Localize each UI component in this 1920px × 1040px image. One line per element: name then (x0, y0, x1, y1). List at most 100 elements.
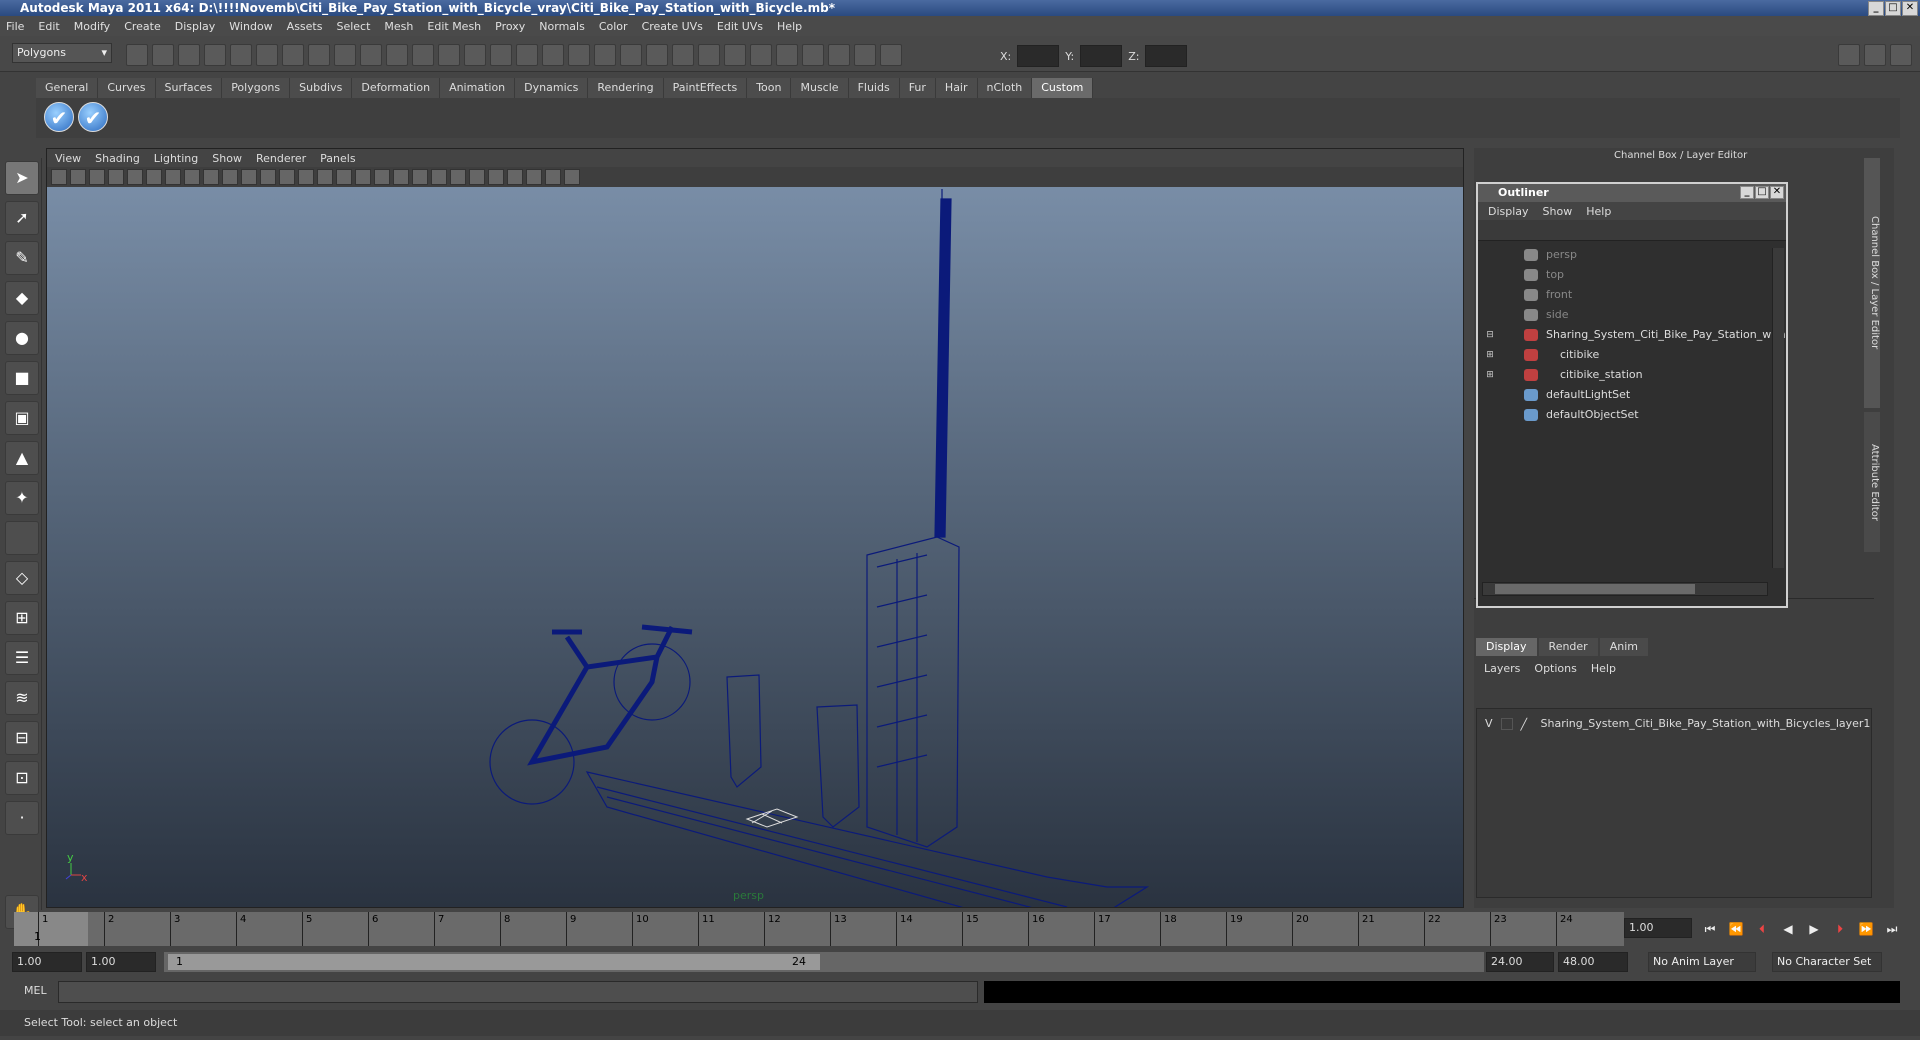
z-field[interactable] (1145, 45, 1188, 67)
select-tool-icon[interactable]: ➤ (5, 161, 39, 195)
layer-editor-tab-display[interactable]: Display (1476, 638, 1537, 656)
attribute-editor-side-tab[interactable]: Attribute Editor (1864, 412, 1880, 552)
outliner-item[interactable]: defaultLightSet (1478, 385, 1786, 405)
menu-edit[interactable]: Edit (38, 20, 59, 33)
status-line-tool-icon[interactable] (490, 44, 512, 66)
viewport-tool-icon[interactable] (127, 169, 143, 185)
viewport-tool-icon[interactable] (374, 169, 390, 185)
outliner-item[interactable]: front (1478, 285, 1786, 305)
viewport-tool-icon[interactable] (317, 169, 333, 185)
menu-window[interactable]: Window (229, 20, 272, 33)
status-line-tool-icon[interactable] (412, 44, 434, 66)
menu-file[interactable]: File (6, 20, 24, 33)
shelf-tab-animation[interactable]: Animation (440, 78, 516, 98)
status-line-tool-icon[interactable] (750, 44, 772, 66)
menu-create[interactable]: Create (124, 20, 161, 33)
paint-select-tool-icon[interactable]: ✎ (5, 241, 39, 275)
viewport-tool-icon[interactable] (431, 169, 447, 185)
viewport-tool-icon[interactable] (526, 169, 542, 185)
viewport-tool-icon[interactable] (412, 169, 428, 185)
shelf-tab-deformation[interactable]: Deformation (352, 78, 441, 98)
outliner-title-bar[interactable]: Outliner _ □ ✕ (1478, 184, 1786, 202)
viewport-tool-icon[interactable] (260, 169, 276, 185)
layer-visibility[interactable]: V (1485, 717, 1493, 730)
status-line-tool-icon[interactable] (828, 44, 850, 66)
status-line-tool-icon[interactable] (854, 44, 876, 66)
outliner-item[interactable]: ⊞ citibike (1478, 345, 1786, 365)
play-forward-icon[interactable]: ▶ (1804, 920, 1824, 938)
channel-box-side-tab[interactable]: Channel Box / Layer Editor (1864, 158, 1880, 408)
status-line-tool-icon[interactable] (802, 44, 824, 66)
menu-create-uvs[interactable]: Create UVs (642, 20, 703, 33)
shelf-tab-surfaces[interactable]: Surfaces (155, 78, 223, 98)
layer-editor-tab-anim[interactable]: Anim (1599, 638, 1648, 656)
viewport-tool-icon[interactable] (108, 169, 124, 185)
viewport-tool-icon[interactable] (279, 169, 295, 185)
status-line-tool-icon[interactable] (230, 44, 252, 66)
outliner-horizontal-scrollbar[interactable] (1482, 582, 1768, 596)
hypershade-layout-icon[interactable]: ⊟ (5, 721, 39, 755)
outliner-search-bar[interactable] (1478, 220, 1786, 241)
viewport-tool-icon[interactable] (469, 169, 485, 185)
current-frame-field[interactable]: 1.00 (1624, 918, 1692, 938)
shelf-tab-ncloth[interactable]: nCloth (977, 78, 1033, 98)
menu-mesh[interactable]: Mesh (384, 20, 413, 33)
playback-start-field[interactable]: 1.00 (86, 952, 156, 972)
command-language-label[interactable]: MEL (24, 984, 47, 997)
status-line-tool-icon[interactable] (386, 44, 408, 66)
viewport-tool-icon[interactable] (545, 169, 561, 185)
rotate-tool-icon[interactable]: ● (5, 321, 39, 355)
outliner-item[interactable]: defaultObjectSet (1478, 405, 1786, 425)
shelf-tab-hair[interactable]: Hair (935, 78, 978, 98)
character-set-dropdown[interactable]: No Character Set (1772, 952, 1882, 972)
menu-select[interactable]: Select (336, 20, 370, 33)
shelf-tab-subdivs[interactable]: Subdivs (290, 78, 353, 98)
soft-mod-tool-icon[interactable]: ▲ (5, 441, 39, 475)
viewport-tool-icon[interactable] (355, 169, 371, 185)
go-to-end-icon[interactable]: ⏭ (1882, 920, 1902, 938)
shelf-tab-rendering[interactable]: Rendering (588, 78, 664, 98)
status-line-tool-icon[interactable] (698, 44, 720, 66)
status-line-tool-icon[interactable] (672, 44, 694, 66)
outliner-minimize-button[interactable]: _ (1740, 186, 1754, 199)
time-slider[interactable]: 1 2 3 4 5 6 7 8 9 10 11 12 13 14 15 16 17 18 19 20 21 22 23 24 … (14, 912, 1624, 946)
status-line-tool-icon[interactable] (464, 44, 486, 66)
perspective-viewport[interactable]: View Shading Lighting Show Renderer Panels pe… (46, 148, 1464, 908)
viewport-tool-icon[interactable] (222, 169, 238, 185)
move-tool-icon[interactable]: ◆ (5, 281, 39, 315)
expand-toggle-icon[interactable]: ⊞ (1484, 345, 1496, 365)
channel-box-toggle-icon[interactable] (1838, 44, 1860, 66)
scene-wireframe[interactable] (47, 187, 1463, 907)
status-line-tool-icon[interactable] (334, 44, 356, 66)
outliner-menu-show[interactable]: Show (1543, 205, 1573, 218)
menu-help[interactable]: Help (777, 20, 802, 33)
viewport-tool-icon[interactable] (70, 169, 86, 185)
step-back-frame-icon[interactable]: ⏴ (1752, 920, 1772, 938)
status-line-tool-icon[interactable] (620, 44, 642, 66)
shelf-tab-fur[interactable]: Fur (899, 78, 936, 98)
scale-tool-icon[interactable]: ■ (5, 361, 39, 395)
viewport-tool-icon[interactable] (165, 169, 181, 185)
shelf-tab-curves[interactable]: Curves (98, 78, 156, 98)
outliner-scroll-thumb[interactable] (1495, 584, 1695, 594)
viewport-menu-panels[interactable]: Panels (320, 152, 355, 165)
range-slider-handle[interactable]: 1 24 (168, 954, 820, 970)
status-line-tool-icon[interactable] (126, 44, 148, 66)
menu-color[interactable]: Color (599, 20, 628, 33)
step-forward-frame-icon[interactable]: ⏵ (1830, 920, 1850, 938)
manipulator-tool-icon[interactable]: ▣ (5, 401, 39, 435)
status-line-tool-icon[interactable] (152, 44, 174, 66)
viewport-menu-view[interactable]: View (55, 152, 81, 165)
end-time-field[interactable]: 48.00 (1558, 952, 1628, 972)
outliner-menu-display[interactable]: Display (1488, 205, 1529, 218)
viewport-menu-shading[interactable]: Shading (95, 152, 140, 165)
viewport-tool-icon[interactable] (450, 169, 466, 185)
viewport-tool-icon[interactable] (241, 169, 257, 185)
viewport-tool-icon[interactable] (507, 169, 523, 185)
expand-toggle-icon[interactable]: ⊟ (1484, 325, 1496, 345)
outliner-item[interactable]: top (1478, 265, 1786, 285)
go-to-start-icon[interactable]: ⏮ (1700, 920, 1720, 938)
checkmark-shelf-icon[interactable]: ✔ (44, 102, 74, 132)
citibike-station-model[interactable] (489, 189, 1150, 907)
viewport-tool-icon[interactable] (89, 169, 105, 185)
